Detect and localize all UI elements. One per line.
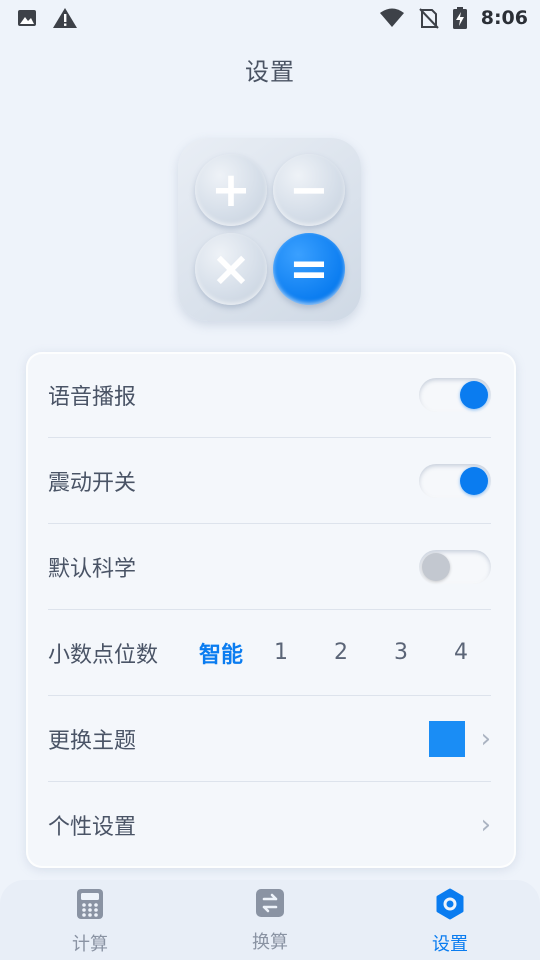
page-title: 设置 <box>245 58 295 86</box>
logo-times: × <box>195 233 267 305</box>
scientific-label: 默认科学 <box>48 556 137 582</box>
voice-label: 语音播报 <box>48 384 137 410</box>
logo-plus: + <box>195 154 267 226</box>
image-icon <box>16 7 38 29</box>
wifi-icon <box>379 8 405 28</box>
status-bar-left <box>16 7 78 29</box>
toggle-knob <box>460 380 488 409</box>
toggle-knob <box>460 466 488 495</box>
chevron-right-icon: › <box>480 723 491 754</box>
settings-card: 语音播报 震动开关 默认科学 小数点位数 智能 1 2 3 4 更换主题 › 个… <box>26 352 516 868</box>
tab-settings-label: 设置 <box>432 934 468 955</box>
calculator-icon <box>76 888 104 924</box>
theme-controls: › <box>428 720 491 757</box>
status-bar-right: 8:06 <box>379 7 528 29</box>
decimal-option-3[interactable]: 3 <box>371 640 431 665</box>
theme-row[interactable]: 更换主题 › <box>48 696 491 782</box>
tab-convert[interactable]: 换算 <box>180 880 360 960</box>
no-sim-icon <box>419 7 439 29</box>
logo-minus: − <box>273 154 345 226</box>
battery-charging-icon <box>452 7 467 29</box>
app-logo: + − × = <box>178 138 361 321</box>
decimal-option-2[interactable]: 2 <box>311 640 371 665</box>
voice-row: 语音播报 <box>48 352 491 438</box>
toggle-knob <box>422 552 450 581</box>
decimal-row: 小数点位数 智能 1 2 3 4 <box>48 610 491 696</box>
decimal-label: 小数点位数 <box>48 642 159 668</box>
tab-calculate-label: 计算 <box>72 934 108 955</box>
status-bar: 8:06 <box>0 0 540 36</box>
tab-calculate[interactable]: 计算 <box>0 880 180 960</box>
personal-label: 个性设置 <box>48 815 137 840</box>
bottom-nav: 计算 换算 设置 <box>0 880 540 960</box>
theme-color-swatch[interactable] <box>428 720 465 757</box>
theme-label: 更换主题 <box>48 728 137 754</box>
warning-icon <box>52 7 78 29</box>
exchange-icon <box>255 888 285 922</box>
decimal-option-smart[interactable]: 智能 <box>191 637 251 669</box>
vibration-row: 震动开关 <box>48 438 491 524</box>
gear-icon <box>434 888 466 924</box>
vibration-label: 震动开关 <box>48 470 137 496</box>
tab-convert-label: 换算 <box>252 932 288 953</box>
personal-row[interactable]: 个性设置 › <box>48 782 491 868</box>
decimal-option-4[interactable]: 4 <box>431 640 491 665</box>
logo-equals: = <box>273 233 345 305</box>
scientific-row: 默认科学 <box>48 524 491 610</box>
voice-toggle[interactable] <box>419 377 491 412</box>
decimal-option-1[interactable]: 1 <box>251 640 311 665</box>
scientific-toggle[interactable] <box>419 549 491 584</box>
chevron-right-icon: › <box>480 810 491 840</box>
vibration-toggle[interactable] <box>419 463 491 498</box>
decimal-options: 智能 1 2 3 4 <box>191 637 491 669</box>
status-time: 8:06 <box>480 7 528 29</box>
tab-settings[interactable]: 设置 <box>360 880 540 960</box>
